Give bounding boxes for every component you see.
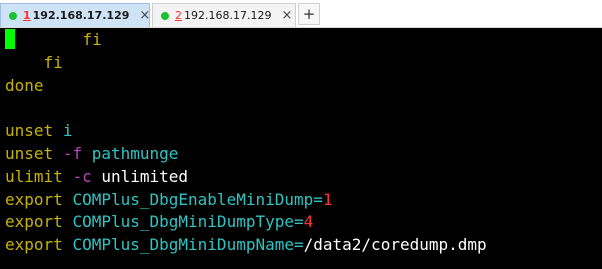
terminal-line: export COMPlus_DbgMiniDumpType=4 (5, 212, 314, 232)
terminal-line: export COMPlus_DbgMiniDumpName=/data2/co… (5, 235, 487, 255)
terminal-line: done (5, 75, 44, 95)
terminal-line: unset i (5, 121, 73, 141)
close-icon[interactable]: × (139, 8, 150, 23)
text-cursor (5, 29, 15, 49)
terminal-line: ulimit -c unlimited (5, 166, 189, 186)
connected-status-icon (9, 11, 17, 20)
close-icon[interactable]: × (281, 8, 292, 23)
tab-number: 2 (175, 9, 182, 22)
connected-status-icon (161, 11, 169, 20)
tab-bar: 1 192.168.17.129 × 2 192.168.17.129 × + (0, 0, 602, 28)
tab-title: 192.168.17.129 (32, 9, 130, 22)
tab-title: 192.168.17.129 (184, 9, 272, 22)
terminal-line: unset -f pathmunge (5, 143, 179, 163)
terminal-line: export COMPlus_DbgEnableMiniDump=1 (5, 189, 333, 209)
tab-session-2[interactable]: 2 192.168.17.129 × (152, 3, 296, 27)
tab-session-1[interactable]: 1 192.168.17.129 × (0, 3, 150, 27)
terminal-output[interactable]: fi fi done unset i unset -f pathmunge ul… (0, 28, 602, 269)
terminal-line: fi (0, 29, 602, 52)
terminal-line: fi (43, 52, 63, 72)
new-tab-button[interactable]: + (298, 3, 320, 25)
tab-number: 1 (23, 9, 31, 22)
